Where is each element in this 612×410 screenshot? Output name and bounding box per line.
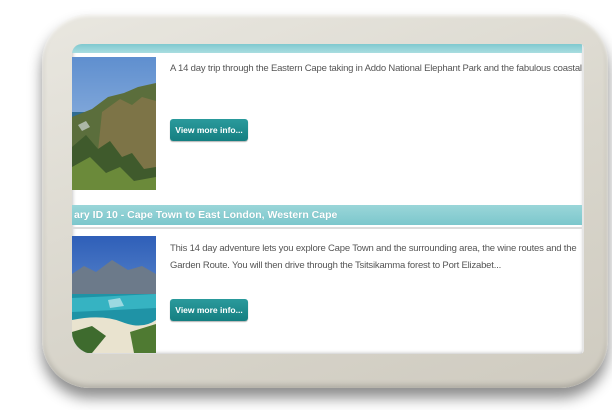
view-more-info-button[interactable]: View more info... bbox=[170, 299, 248, 321]
tour-title[interactable]: ary ID 10 - Cape Town to East London, We… bbox=[74, 209, 337, 221]
card-divider bbox=[72, 227, 584, 229]
tour-description: This 14 day adventure lets you explore C… bbox=[170, 243, 577, 271]
tour-thumbnail-cape-town-beach[interactable] bbox=[72, 236, 156, 353]
tour-listing-screen: A 14 day trip through the Eastern Cape t… bbox=[72, 44, 584, 354]
view-more-info-button[interactable]: View more info... bbox=[170, 119, 248, 141]
tour-thumbnail-coastal-cliffs[interactable] bbox=[72, 57, 156, 190]
tour-title-bar: ary ID 10 - Cape Town to East London, We… bbox=[72, 205, 584, 225]
scroll-edge bbox=[582, 44, 584, 354]
previous-tour-header bbox=[72, 44, 584, 53]
tour-description: A 14 day trip through the Eastern Cape t… bbox=[170, 63, 584, 74]
